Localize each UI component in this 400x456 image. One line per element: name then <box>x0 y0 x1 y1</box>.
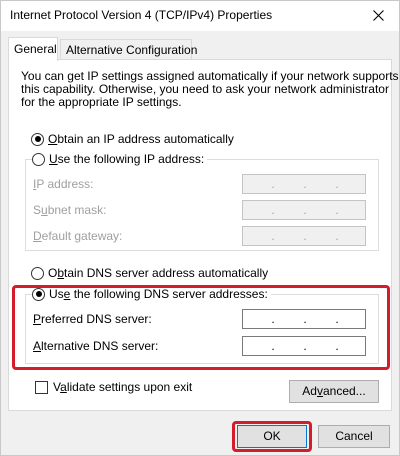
ip-address-group: Use the following IP address: IP address… <box>25 152 379 251</box>
radio-obtain-ip-auto-label: Obtain an IP address automatically <box>48 132 234 146</box>
cancel-button[interactable]: Cancel <box>318 425 390 448</box>
validate-settings-label: Validate settings upon exit <box>53 380 193 394</box>
title-bar: Internet Protocol Version 4 (TCP/IPv4) P… <box>1 1 399 31</box>
dns-section-highlight <box>12 285 390 370</box>
radio-obtain-dns-auto-row[interactable]: Obtain DNS server address automatically <box>31 266 268 280</box>
description-line: for the appropriate IP settings. <box>21 95 182 109</box>
radio-obtain-ip-auto-row[interactable]: Obtain an IP address automatically <box>31 132 234 146</box>
close-icon <box>372 9 384 21</box>
close-button[interactable] <box>363 3 393 27</box>
radio-obtain-ip-auto[interactable] <box>31 132 44 146</box>
radio-obtain-dns-auto[interactable] <box>31 266 44 280</box>
advanced-button[interactable]: Advanced... <box>289 380 379 403</box>
validate-settings-row[interactable]: Validate settings upon exit <box>35 380 192 394</box>
subnet-mask-label: Subnet mask: <box>33 203 107 217</box>
radio-obtain-dns-auto-label: Obtain DNS server address automatically <box>48 266 269 280</box>
ok-button-highlight <box>232 421 312 452</box>
validate-settings-checkbox[interactable] <box>35 380 48 394</box>
radio-use-ip[interactable] <box>32 152 45 166</box>
tab-alternative-configuration[interactable]: Alternative Configuration <box>60 39 197 59</box>
tab-strip: General Alternative Configuration <box>8 37 392 61</box>
ip-address-input[interactable]: ... <box>242 174 366 194</box>
radio-use-ip-row[interactable]: Use the following IP address: <box>32 152 208 166</box>
radio-use-ip-label: Use the following IP address: <box>49 152 205 166</box>
default-gateway-input[interactable]: ... <box>242 226 366 246</box>
tab-general[interactable]: General <box>8 37 58 61</box>
properties-dialog: Internet Protocol Version 4 (TCP/IPv4) P… <box>0 0 400 456</box>
dialog-title: Internet Protocol Version 4 (TCP/IPv4) P… <box>10 8 273 22</box>
subnet-mask-row: Subnet mask: ... <box>26 200 378 220</box>
default-gateway-label: Default gateway: <box>33 229 123 243</box>
subnet-mask-input[interactable]: ... <box>242 200 366 220</box>
default-gateway-row: Default gateway: ... <box>26 226 378 246</box>
description-text: You can get IP settings assigned automat… <box>21 70 399 109</box>
ip-address-row: IP address: ... <box>26 174 378 194</box>
ip-address-label: IP address: <box>33 177 94 191</box>
